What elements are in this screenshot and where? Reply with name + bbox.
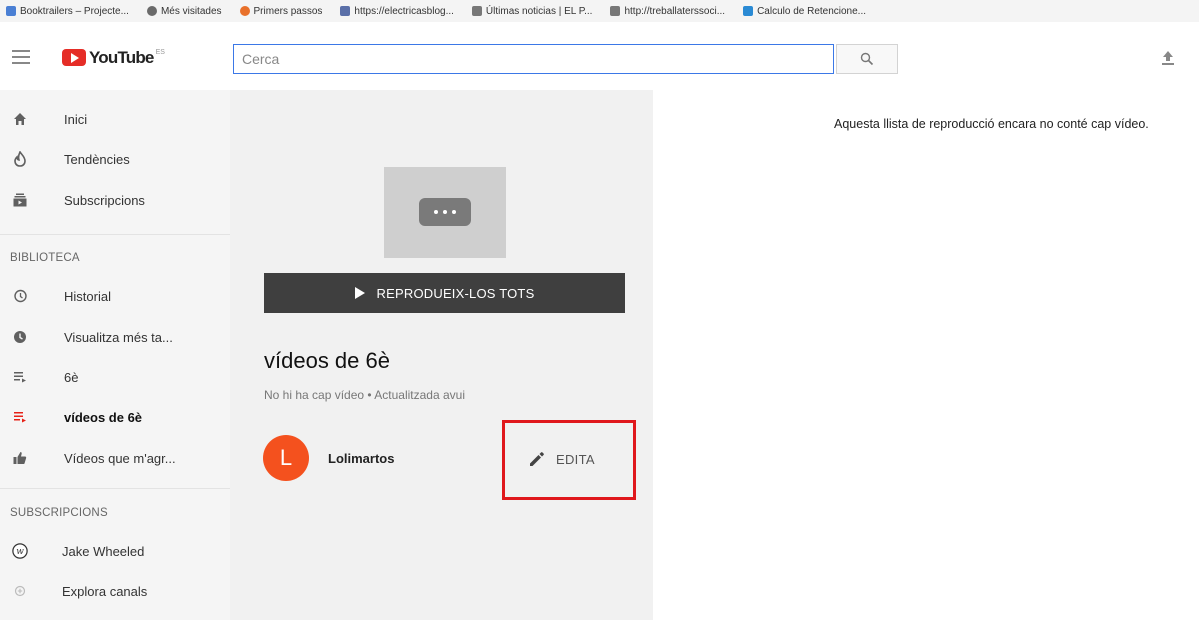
playlist-icon	[12, 369, 28, 385]
owner-name-link[interactable]: Lolimartos	[328, 451, 394, 466]
bookmark-label: Últimas noticias | EL P...	[485, 5, 593, 17]
home-icon	[12, 111, 28, 127]
menu-icon[interactable]	[12, 50, 32, 64]
watch-later-icon	[12, 329, 28, 345]
edit-button[interactable]: EDITA	[528, 444, 595, 474]
playlist-icon	[12, 409, 28, 425]
upload-button[interactable]	[1158, 48, 1178, 68]
playlist-title: vídeos de 6è	[264, 348, 390, 373]
upload-icon	[1162, 51, 1174, 65]
edit-label: EDITA	[556, 451, 595, 467]
sidebar-item-playlist-6e[interactable]: 6è	[0, 360, 230, 394]
bookmarks-bar: Booktrailers – Projecte... Més visitades…	[0, 0, 1199, 22]
bookmark-favicon-icon	[146, 6, 157, 16]
bookmark-item[interactable]: Calculo de Retencione...	[743, 6, 866, 17]
sidebar-item-label: 6è	[64, 369, 79, 385]
sidebar-item-channel-jake-wheeled[interactable]: w Jake Wheeled	[0, 534, 230, 568]
owner-avatar[interactable]: L	[263, 435, 309, 481]
playlist-meta: No hi ha cap vídeo • Actualitzada avui	[264, 388, 465, 402]
sidebar-item-label: Explora canals	[62, 583, 148, 599]
menu-bar	[12, 56, 30, 58]
playlist-sidebar-panel: REPRODUEIX-LOS TOTS vídeos de 6è No hi h…	[230, 90, 653, 620]
search-bar	[233, 44, 898, 74]
sidebar-item-label: Inici	[64, 111, 88, 127]
sidebar-item-label: Vídeos que m'agr...	[64, 450, 176, 466]
sidebar-item-label: Tendències	[64, 151, 130, 167]
menu-bar	[12, 62, 30, 64]
menu-bar	[12, 50, 30, 52]
bookmark-label: Calculo de Retencione...	[757, 5, 867, 17]
sidebar-item-label: Jake Wheeled	[62, 543, 145, 559]
history-icon	[12, 288, 28, 304]
country-code: ES	[155, 49, 165, 56]
search-icon	[860, 52, 874, 66]
rss-icon	[471, 6, 482, 16]
sidebar-item-label: vídeos de 6è	[64, 409, 143, 425]
sidebar-divider	[0, 488, 230, 489]
bookmark-favicon-icon	[239, 6, 250, 16]
sidebar-item-home[interactable]: Inici	[0, 102, 230, 136]
masthead: YouTube ES	[0, 22, 1199, 90]
bookmark-label: https://electricasblog...	[354, 5, 454, 17]
sidebar-item-label: Historial	[64, 288, 111, 304]
pencil-icon	[530, 452, 544, 466]
youtube-logo[interactable]: YouTube ES	[62, 49, 165, 66]
logo-text: YouTube	[89, 48, 154, 67]
bookmark-item[interactable]: Més visitades	[146, 5, 222, 17]
sidebar-item-playlist-videos-6e[interactable]: vídeos de 6è	[0, 400, 230, 434]
play-all-button[interactable]: REPRODUEIX-LOS TOTS	[264, 273, 625, 313]
thumbs-up-icon	[12, 450, 28, 466]
sidebar-item-trending[interactable]: Tendències	[0, 142, 230, 176]
trending-icon	[12, 151, 28, 167]
youtube-play-icon	[62, 49, 86, 66]
add-circle-icon	[12, 583, 28, 599]
bookmark-item[interactable]: Últimas noticias | EL P...	[471, 5, 593, 17]
bookmark-label: Primers passos	[253, 5, 323, 17]
empty-playlist-message: Aquesta llista de reproducció encara no …	[834, 117, 1149, 131]
bookmark-item[interactable]: https://electricasblog...	[340, 6, 454, 17]
play-all-label: REPRODUEIX-LOS TOTS	[376, 285, 535, 301]
playlist-thumbnail[interactable]	[384, 167, 506, 258]
svg-text:w: w	[16, 547, 24, 557]
search-button[interactable]	[836, 44, 898, 74]
sidebar-item-liked-videos[interactable]: Vídeos que m'agr...	[0, 441, 230, 475]
sidebar-divider	[0, 234, 230, 235]
bookmark-item[interactable]: http://treballaterssoci...	[610, 6, 725, 17]
bookmark-favicon-icon	[743, 6, 754, 16]
bookmark-label: http://treballaterssoci...	[624, 5, 726, 17]
sidebar-item-browse-channels[interactable]: Explora canals	[0, 574, 230, 608]
sidebar-item-watch-later[interactable]: Visualitza més ta...	[0, 320, 230, 354]
bookmark-favicon-icon	[6, 6, 16, 16]
sidebar-item-subscriptions[interactable]: Subscripcions	[0, 183, 230, 217]
bookmark-item[interactable]: Booktrailers – Projecte...	[6, 6, 129, 17]
bookmark-item[interactable]: Primers passos	[239, 5, 323, 17]
bookmark-favicon-icon	[340, 6, 351, 16]
search-input[interactable]	[233, 44, 834, 74]
bookmark-label: Més visitades	[160, 5, 222, 17]
channel-avatar-icon: w	[12, 543, 28, 559]
play-icon	[354, 287, 365, 299]
subscriptions-icon	[12, 192, 28, 208]
more-icon	[419, 198, 471, 226]
sidebar-item-history[interactable]: Historial	[0, 279, 230, 313]
library-section-title: BIBLIOTECA	[10, 252, 80, 264]
sidebar: Inici Tendències Subscripcions BIBLIOTEC…	[0, 90, 230, 620]
sidebar-item-label: Subscripcions	[64, 192, 145, 208]
rss-icon	[610, 6, 621, 16]
sidebar-item-label: Visualitza més ta...	[64, 329, 173, 345]
bookmark-label: Booktrailers – Projecte...	[20, 5, 129, 17]
subscriptions-section-title: SUBSCRIPCIONS	[10, 507, 108, 519]
